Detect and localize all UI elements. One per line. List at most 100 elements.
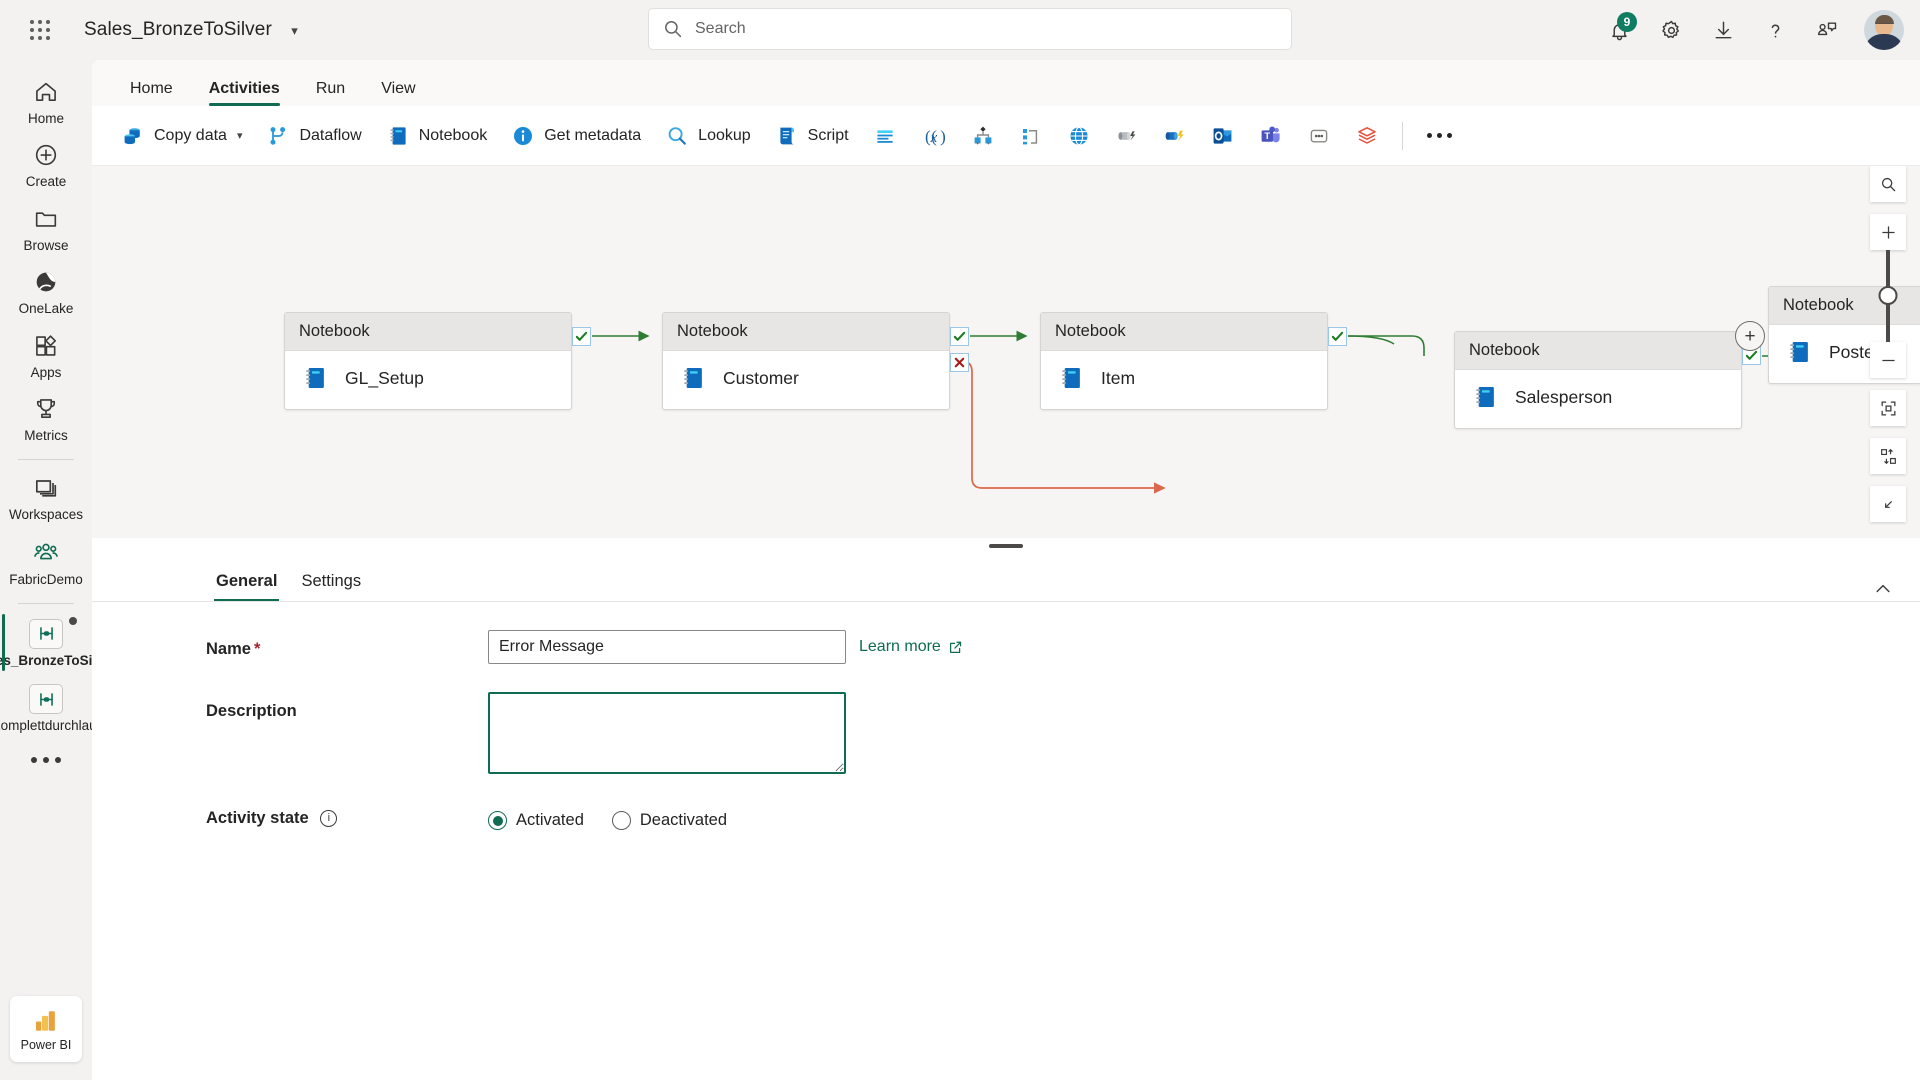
- switch-icon: [974, 126, 991, 145]
- settings-button[interactable]: [1648, 7, 1694, 53]
- get-metadata-button[interactable]: Get metadata: [500, 116, 652, 156]
- auto-align-button[interactable]: [1870, 438, 1906, 474]
- zoom-slider[interactable]: [1878, 250, 1898, 342]
- sidebar-item-browse[interactable]: Browse: [2, 197, 90, 260]
- sidebar-label: Workspaces: [8, 506, 84, 522]
- stored-procedure-button[interactable]: [862, 116, 908, 156]
- app-title[interactable]: Sales_BronzeToSilver ▾: [84, 19, 298, 41]
- name-field-row: Name* Learn more: [92, 630, 1920, 664]
- gear-icon: [1661, 20, 1679, 38]
- outlook-button[interactable]: [1200, 116, 1246, 156]
- tab-run[interactable]: Run: [300, 81, 361, 106]
- rail-more-button[interactable]: [31, 741, 61, 779]
- unsaved-changes-dot: [69, 616, 77, 625]
- pipeline-node-item[interactable]: Notebook Item: [1040, 312, 1347, 410]
- sidebar-label: Komplettdurchlauf: [0, 718, 101, 734]
- chevron-down-icon[interactable]: ▾: [237, 129, 243, 142]
- web-activity-button[interactable]: [1056, 116, 1102, 156]
- sidebar-item-workspaces[interactable]: Workspaces: [2, 466, 90, 529]
- radio-deactivated[interactable]: Deactivated: [611, 811, 727, 830]
- description-input[interactable]: [488, 692, 846, 774]
- radio-label: Activated: [516, 811, 584, 829]
- chevron-up-icon: [1876, 584, 1890, 593]
- teams-button[interactable]: T: [1248, 116, 1294, 156]
- cross-icon: [954, 357, 965, 368]
- pipeline-node-gl-setup[interactable]: Notebook GL_Setup: [284, 312, 591, 410]
- node-name-label: GL_Setup: [345, 367, 424, 388]
- download-button[interactable]: [1700, 7, 1746, 53]
- ribbon-overflow-button[interactable]: [1415, 116, 1464, 156]
- if-condition-button[interactable]: [1008, 116, 1054, 156]
- collapse-panel-button[interactable]: [1868, 574, 1898, 604]
- sidebar-item-metrics[interactable]: Metrics: [2, 387, 90, 450]
- webhook-button[interactable]: [1104, 116, 1150, 156]
- zoom-out-button[interactable]: [1870, 342, 1906, 378]
- help-button[interactable]: [1752, 7, 1798, 53]
- node-name-label: Salesperson: [1515, 386, 1613, 407]
- pipeline-node-salesperson[interactable]: Notebook Salesperson: [1454, 331, 1761, 429]
- zoom-slider-handle[interactable]: [1878, 286, 1898, 305]
- pipeline-node-customer[interactable]: Notebook Customer: [662, 312, 969, 410]
- tab-activities[interactable]: Activities: [193, 81, 296, 106]
- lookup-button[interactable]: Lookup: [654, 116, 762, 156]
- azure-function-button[interactable]: [1152, 116, 1198, 156]
- node-name-label: Customer: [723, 367, 799, 388]
- on-success-port[interactable]: [950, 327, 969, 346]
- tab-view[interactable]: View: [365, 81, 431, 106]
- feedback-button[interactable]: [1804, 7, 1850, 53]
- azure-batch-icon: [1310, 129, 1327, 142]
- set-variable-button[interactable]: ( x ) (: [910, 116, 958, 156]
- app-launcher-icon[interactable]: [18, 8, 62, 52]
- collapse-canvas-button[interactable]: [1870, 486, 1906, 522]
- sidebar-item-onelake[interactable]: OneLake: [2, 260, 90, 323]
- sidebar-item-apps[interactable]: Apps: [2, 324, 90, 387]
- zoom-in-button[interactable]: [1870, 214, 1906, 250]
- learn-more-label: Learn more: [859, 638, 941, 655]
- azure-batch-button[interactable]: [1296, 116, 1342, 156]
- fit-to-screen-button[interactable]: [1870, 390, 1906, 426]
- check-icon: [575, 331, 588, 341]
- activity-state-label: Activity state i: [206, 804, 488, 828]
- people-icon: [32, 538, 60, 568]
- tab-label: Activities: [208, 80, 280, 97]
- notebook-button[interactable]: Notebook: [375, 116, 499, 156]
- add-node-button[interactable]: +: [1735, 321, 1765, 351]
- search-input[interactable]: Search: [648, 8, 1292, 50]
- databricks-button[interactable]: [1344, 116, 1390, 156]
- activity-state-label-text: Activity state: [206, 809, 309, 827]
- product-switcher-power-bi[interactable]: Power BI: [10, 996, 82, 1062]
- databricks-icon: [1357, 126, 1376, 144]
- required-asterisk: *: [253, 640, 261, 658]
- sidebar-label: Metrics: [24, 428, 68, 444]
- on-failure-port[interactable]: [950, 353, 969, 372]
- tab-home[interactable]: Home: [114, 81, 189, 106]
- info-icon[interactable]: i: [320, 809, 338, 827]
- sidebar-item-pipeline-komplettdurchlauf[interactable]: Komplettdurchlauf: [0, 675, 100, 740]
- sidebar-item-create[interactable]: Create: [2, 133, 90, 196]
- dataflow-button[interactable]: Dataflow: [255, 116, 372, 156]
- pipeline-canvas[interactable]: Notebook GL_Setup Notebook Customer Note…: [92, 166, 1920, 538]
- notifications-button[interactable]: 9: [1596, 7, 1642, 53]
- tab-general[interactable]: General: [206, 572, 287, 601]
- user-avatar[interactable]: [1864, 10, 1904, 50]
- on-success-port[interactable]: [572, 327, 591, 346]
- notification-badge: 9: [1617, 12, 1637, 32]
- chevron-down-icon[interactable]: ▾: [291, 23, 298, 38]
- copy-data-button[interactable]: Copy data ▾: [110, 116, 253, 156]
- switch-button[interactable]: [960, 116, 1006, 156]
- sidebar-item-home[interactable]: Home: [2, 70, 90, 133]
- node-type-label: Notebook: [663, 313, 949, 351]
- script-button[interactable]: Script: [764, 116, 860, 156]
- sidebar-item-pipeline-sales-bronzetosilver[interactable]: Sales_BronzeToSilver: [0, 610, 116, 675]
- canvas-search-button[interactable]: [1870, 166, 1906, 202]
- sidebar-item-fabricdemo[interactable]: FabricDemo: [2, 529, 90, 594]
- panel-splitter[interactable]: [92, 538, 1920, 554]
- tab-settings[interactable]: Settings: [291, 572, 371, 601]
- name-input[interactable]: [488, 630, 846, 664]
- radio-activated[interactable]: Activated: [488, 811, 584, 830]
- question-mark-icon: [1771, 24, 1779, 37]
- edge-item-salesperson-a: [1348, 335, 1425, 356]
- learn-more-link[interactable]: Learn more: [859, 638, 963, 656]
- properties-tab-strip: General Settings: [92, 554, 1920, 602]
- on-success-port[interactable]: [1328, 327, 1347, 346]
